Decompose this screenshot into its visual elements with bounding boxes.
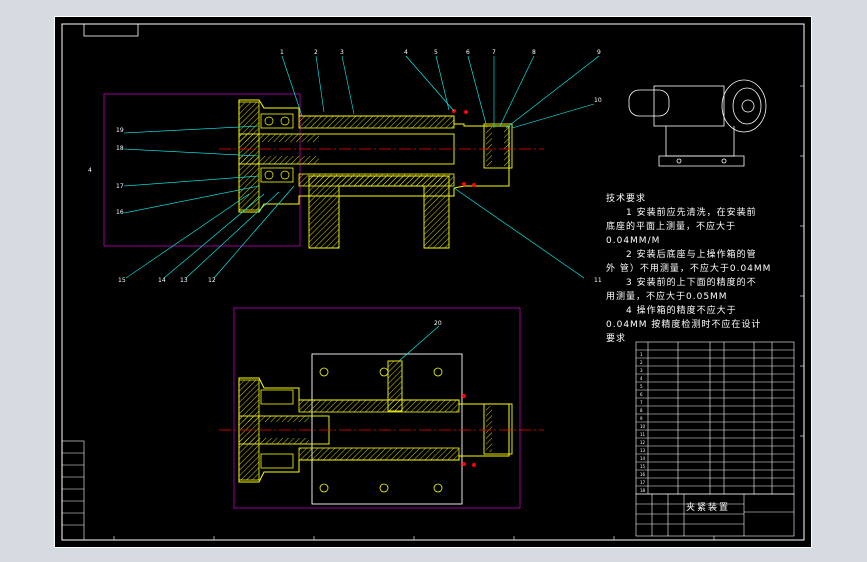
callout-14: 14 [158,277,166,284]
callout-17: 17 [116,183,124,190]
base-pedestal [308,175,450,249]
isometric-view [628,79,767,167]
svg-text:14: 14 [640,456,646,461]
callout-10: 10 [594,97,602,104]
svg-text:18: 18 [640,488,646,493]
drawing-canvas: 1 2 3 4 5 6 7 8 9 10 19 18 17 16 15 14 1… [54,16,812,548]
svg-text:17: 17 [640,480,646,485]
revision-table [61,440,85,541]
callout-1: 1 [280,49,284,56]
drawing-name: 夹紧装置 [686,503,731,513]
svg-text:12: 12 [640,440,646,445]
callout-2: 2 [314,49,318,56]
requirement-line: 0.04MM 按精度检测时不应在设计 [606,320,762,330]
callout-18: 18 [116,145,124,152]
dimension-frame [103,93,301,247]
svg-text:15: 15 [640,464,646,469]
requirement-line: 用测量，不应大于0.05MM [606,292,728,302]
svg-text:5: 5 [640,384,643,389]
base-plate [311,353,463,505]
svg-text:16: 16 [640,472,646,477]
callout-12: 12 [208,277,216,284]
requirement-line: 底座的平面上测量，不应大于 [606,222,737,232]
callout-6: 6 [466,49,470,56]
callout-13: 13 [180,277,188,284]
top-left-box [83,23,139,37]
svg-text:7: 7 [640,400,643,405]
requirement-line: 3 安装前的上下面的精度的不 [626,278,757,288]
parts-list-marks: 123 456 789 101112 131415 161718 [640,352,646,493]
callout-16: 16 [116,209,124,216]
svg-text:9: 9 [640,416,643,421]
callout-3: 3 [340,49,344,56]
leader-lines-top [123,55,600,279]
callout-8: 8 [532,49,536,56]
requirement-line: 外 管）不用测量，不应大于0.04MM [606,264,772,274]
callout-19: 19 [116,127,124,134]
callout-9: 9 [597,49,601,56]
svg-text:13: 13 [640,448,646,453]
requirements-title: 技术要求 [606,194,647,204]
svg-text:3: 3 [640,368,643,373]
top-view [103,93,544,249]
callout-labels: 1 2 3 4 5 6 7 8 9 10 19 18 17 16 15 14 1… [88,49,602,284]
requirements-list: 1 安装前应先清洗，在安装前 底座的平面上测量，不应大于 0.04MM/M 2 … [606,206,771,346]
svg-text:10: 10 [640,424,646,429]
requirement-line: 1 安装前应先清洗，在安装前 [626,208,757,218]
bottom-view: 20 [219,307,544,509]
svg-text:1: 1 [640,352,643,357]
callout-4: 4 [404,49,408,56]
requirement-line: 4 操作箱的精度不应大于 [626,306,737,316]
svg-text:2: 2 [640,360,643,365]
dim-left: 4 [88,167,92,174]
svg-text:11: 11 [640,432,646,437]
requirement-line: 0.04MM/M [606,236,661,246]
requirement-line: 要求 [606,334,627,344]
svg-text:4: 4 [640,376,643,381]
callout-11: 11 [594,277,602,284]
callout-7: 7 [492,49,496,56]
svg-text:8: 8 [640,408,643,413]
svg-text:6: 6 [640,392,643,397]
callout-15: 15 [118,277,126,284]
requirement-line: 2 安装后底座与上操作箱的管 [626,250,757,260]
callout-5: 5 [434,49,438,56]
parts-list [635,341,795,495]
callout-20: 20 [434,320,442,327]
